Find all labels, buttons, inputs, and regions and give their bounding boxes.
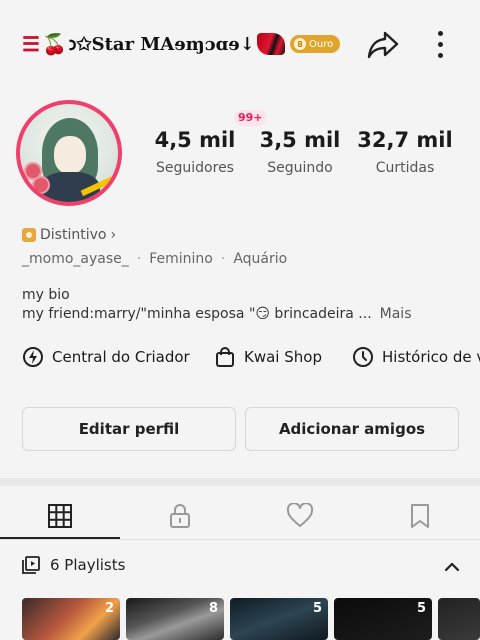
playlist-count: 5 [312,601,322,616]
stat-following[interactable]: 3,5 mil Seguindo [245,126,355,176]
distintivo-label: Distintivo [40,227,107,243]
playlist-count: 8 [208,601,218,616]
stat-value: 3,5 mil [259,128,341,152]
coin-icon: 8 [294,38,306,50]
playlist-count: 2 [104,601,114,616]
profile-title: ☰ 🍒 𐑮✩Star MAɘɱɔɑɘ↓ [22,28,285,60]
level-badge-label: Ouro [309,38,334,50]
collapse-playlists-button[interactable] [440,556,464,578]
stat-value: 32,7 mil [357,128,453,152]
shortcut-label: Kwai Shop [244,348,322,366]
playlists-header[interactable]: 6 Playlists [22,556,125,574]
shortcut-label: Histórico de v [382,348,480,366]
stat-label: Curtidas [375,160,435,176]
zodiac-sign: Aquário [233,251,288,267]
section-divider [0,478,480,486]
flower-icon [34,178,48,192]
profile-title-text: 𐑮✩Star MAɘɱɔɑɘ↓ [68,34,255,55]
playlist-icon [22,556,40,574]
username: _momo_ayase_ [22,251,129,267]
bio[interactable]: my bio my friend:marry/"minha esposa "😏 … [22,286,411,324]
share-button[interactable] [366,28,400,60]
shortcut-label: Central do Criador [52,348,190,366]
flower-icon [26,164,40,178]
bio-line: my friend:marry/"minha esposa "😏 brincad… [22,306,372,322]
lock-icon [170,504,190,528]
tab-separator [0,539,480,540]
distintivo-link[interactable]: Distintivo › [22,227,116,243]
chevron-right-icon: › [110,227,117,243]
stat-followers[interactable]: 4,5 mil Seguidores [140,126,250,176]
tab-private[interactable] [120,496,240,536]
share-arrow-icon [367,31,399,59]
heart-icon [286,503,314,527]
playlist-thumbnail[interactable]: 5 [230,598,328,640]
more-dot [437,30,443,36]
notification-badge[interactable]: 99+ [234,110,267,126]
cherry-icon: ☰ [22,32,40,56]
tab-liked[interactable] [240,496,360,536]
more-dot [437,41,443,47]
bio-more-link[interactable]: Mais [380,306,412,322]
clock-icon [352,346,374,368]
tab-videos[interactable] [0,496,120,536]
bio-line: my bio [22,287,70,303]
history-link[interactable]: Histórico de v [352,344,480,370]
lightning-circle-icon [22,346,44,368]
stat-likes[interactable]: 32,7 mil Curtidas [350,126,460,176]
cherry-emoji-icon: 🍒 [41,32,67,56]
playlist-thumbnail[interactable]: 8 [126,598,224,640]
avatar-face [54,136,86,174]
gender: Feminino [149,251,213,267]
edit-profile-button[interactable]: Editar perfil [22,407,236,451]
playlist-thumbnail[interactable]: 2 [22,598,120,640]
decoration-icon [256,33,285,55]
playlists-label: 6 Playlists [50,556,126,574]
level-badge[interactable]: 8 Ouro [290,35,340,53]
more-dot [437,52,443,58]
grid-icon [48,504,72,528]
kwai-shop-link[interactable]: Kwai Shop [214,344,322,370]
stat-label: Seguindo [267,160,333,176]
bookmark-icon [411,504,429,528]
more-options-button[interactable] [430,28,450,60]
add-friends-button[interactable]: Adicionar amigos [245,407,459,451]
stat-value: 4,5 mil [154,128,236,152]
avatar[interactable] [16,100,122,206]
shopping-bag-icon [214,346,236,368]
creator-center-link[interactable]: Central do Criador [22,344,190,370]
tab-saved[interactable] [360,496,480,536]
badge-hexagon-icon [22,228,36,242]
playlist-count: 5 [416,601,426,616]
separator-dot: · [220,251,226,267]
stat-label: Seguidores [156,160,234,176]
profile-meta: _momo_ayase_ · Feminino · Aquário [22,251,287,267]
playlist-thumbnail[interactable] [438,598,480,640]
separator-dot: · [136,251,142,267]
chevron-up-icon [444,562,460,572]
playlist-thumbnail[interactable]: 5 [334,598,432,640]
